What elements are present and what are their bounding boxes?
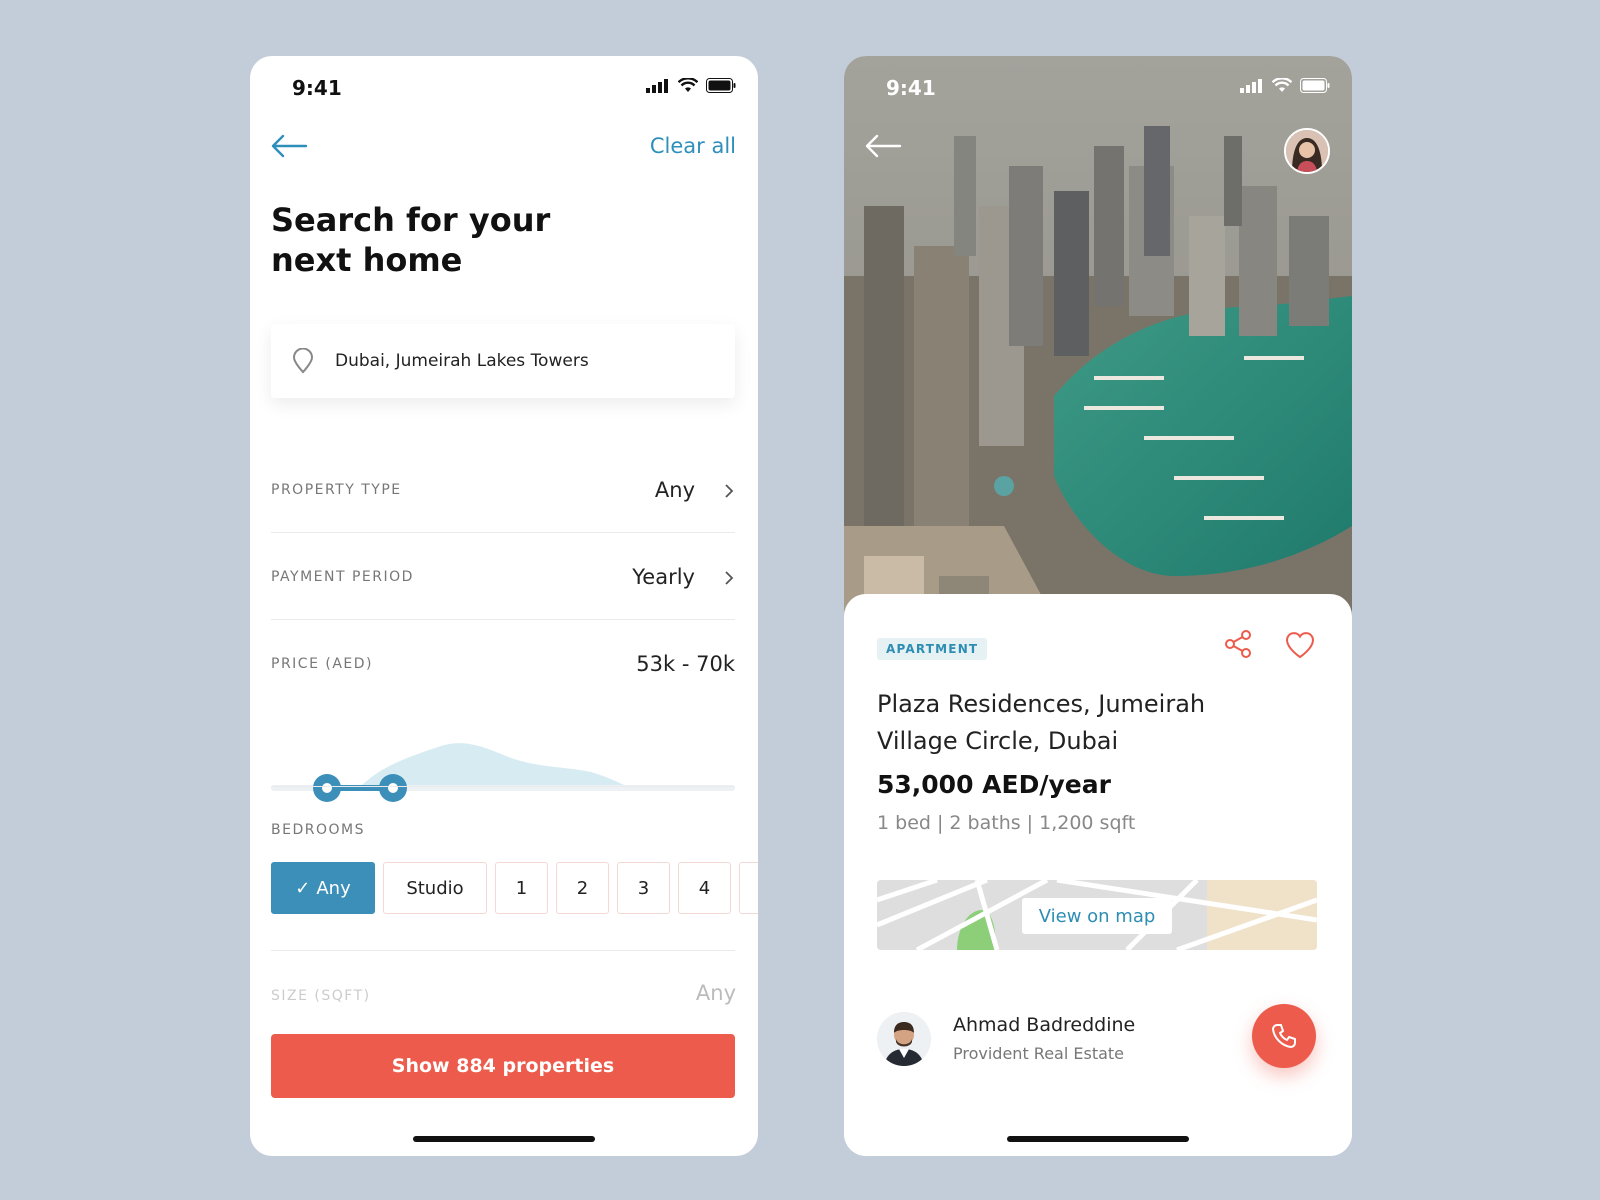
agent-name: Ahmad Badreddine <box>953 1014 1136 1036</box>
property-type-label: PROPERTY TYPE <box>271 482 402 498</box>
property-type-row[interactable]: PROPERTY TYPE Any <box>271 478 735 542</box>
show-properties-button[interactable]: Show 884 properties <box>271 1034 735 1098</box>
bedrooms-label: BEDROOMS <box>271 822 365 838</box>
bedroom-option-any[interactable]: ✓ Any <box>271 862 375 914</box>
share-icon[interactable] <box>1222 628 1254 660</box>
divider <box>271 532 735 533</box>
bedroom-option-label: 1 <box>515 877 528 899</box>
battery-icon <box>1300 78 1330 93</box>
status-icons <box>646 78 736 93</box>
status-time: 9:41 <box>886 76 936 100</box>
search-screen: 9:41 Clear all Search for your next home… <box>250 56 758 1156</box>
price-row: PRICE (AED) 53k - 70k <box>271 652 735 716</box>
user-avatar[interactable] <box>1284 128 1330 174</box>
property-photo <box>844 56 1352 656</box>
bedroom-option-label: 3 <box>637 877 650 899</box>
divider <box>271 950 735 951</box>
agent-avatar <box>877 1012 931 1066</box>
heart-icon[interactable] <box>1284 630 1316 660</box>
size-value[interactable]: Any <box>696 981 736 1005</box>
property-price: 53,000 AED/year <box>877 770 1111 799</box>
status-bar: 9:41 <box>250 56 758 116</box>
status-time: 9:41 <box>292 76 342 100</box>
agent-avatar-image <box>877 1012 931 1066</box>
check-icon: ✓ <box>295 877 311 899</box>
avatar-image <box>1286 130 1328 172</box>
property-details: 1 bed | 2 baths | 1,200 sqft <box>877 812 1136 834</box>
signal-icon <box>646 78 668 93</box>
bedroom-option-label: Studio <box>406 877 464 899</box>
bedroom-option-label: 4 <box>698 877 711 899</box>
back-arrow-icon[interactable] <box>270 132 308 160</box>
chevron-right-icon <box>725 484 734 498</box>
divider <box>271 619 735 620</box>
battery-icon <box>706 78 736 93</box>
bedroom-option-4[interactable]: 4 <box>678 862 731 914</box>
size-label: SIZE (SQFT) <box>271 988 371 1004</box>
signal-icon <box>1240 78 1262 93</box>
price-range-slider[interactable] <box>271 726 735 806</box>
location-search-input[interactable]: Dubai, Jumeirah Lakes Towers <box>271 324 735 398</box>
phone-icon <box>1272 1024 1296 1048</box>
chevron-right-icon <box>725 571 734 585</box>
status-bar: 9:41 <box>844 56 1352 116</box>
status-icons <box>1240 78 1330 93</box>
property-type-badge: APARTMENT <box>877 638 988 660</box>
bedroom-option-label: 2 <box>576 877 589 899</box>
divider <box>271 786 735 787</box>
home-indicator <box>413 1136 595 1142</box>
wifi-icon <box>1272 78 1292 92</box>
home-indicator <box>1007 1136 1189 1142</box>
property-type-value: Any <box>654 478 695 502</box>
back-arrow-icon[interactable] <box>864 132 902 160</box>
clear-all-link[interactable]: Clear all <box>650 134 736 158</box>
price-label: PRICE (AED) <box>271 656 373 672</box>
page-title: Search for your next home <box>271 201 551 279</box>
wifi-icon <box>678 78 698 92</box>
bedroom-option-more[interactable] <box>739 862 758 914</box>
payment-period-label: PAYMENT PERIOD <box>271 569 414 585</box>
property-detail-screen: 9:41 APARTMENT Plaza Residences, Jumeira… <box>844 56 1352 1156</box>
price-range-value: 53k - 70k <box>636 652 735 676</box>
bedroom-option-studio[interactable]: Studio <box>383 862 487 914</box>
location-pin-icon <box>292 348 314 374</box>
bedroom-option-label: Any <box>316 877 351 899</box>
agent-company: Provident Real Estate <box>953 1044 1125 1063</box>
property-title: Plaza Residences, Jumeirah Village Circl… <box>877 690 1206 755</box>
map-preview[interactable]: View on map <box>877 880 1317 950</box>
bedroom-options: ✓ Any Studio 1 2 3 4 <box>271 862 758 914</box>
location-value: Dubai, Jumeirah Lakes Towers <box>335 351 589 371</box>
bedroom-option-3[interactable]: 3 <box>617 862 670 914</box>
call-button[interactable] <box>1252 1004 1316 1068</box>
payment-period-value: Yearly <box>632 565 695 589</box>
property-card: APARTMENT Plaza Residences, Jumeirah Vil… <box>844 594 1352 1156</box>
bedroom-option-2[interactable]: 2 <box>556 862 609 914</box>
bedroom-option-1[interactable]: 1 <box>495 862 548 914</box>
payment-period-row[interactable]: PAYMENT PERIOD Yearly <box>271 565 735 629</box>
view-on-map-button[interactable]: View on map <box>1022 898 1172 934</box>
